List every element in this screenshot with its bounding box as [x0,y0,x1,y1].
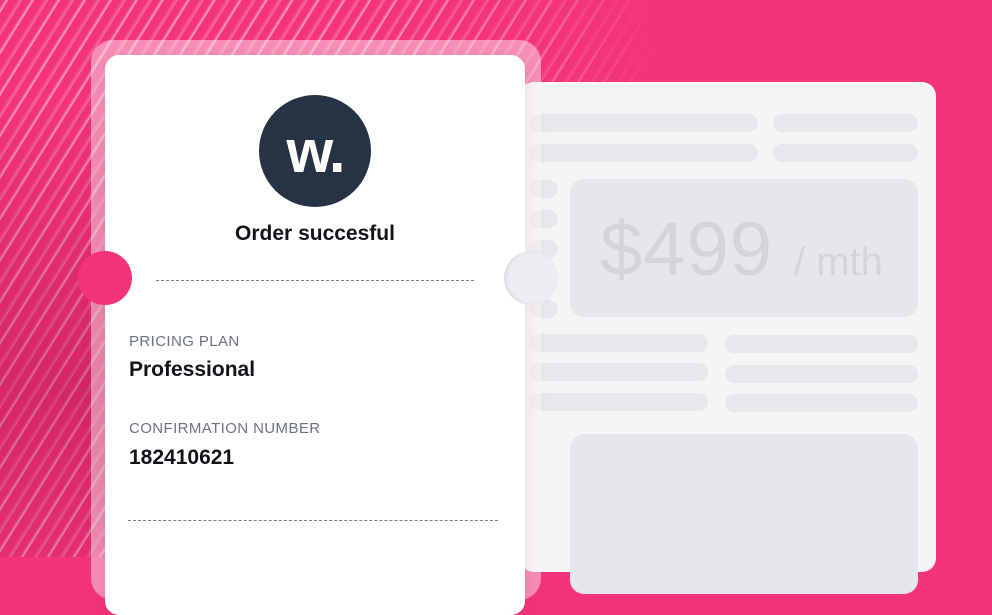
skeleton-line [773,114,918,132]
skeleton-line [530,144,758,162]
skeleton-line [530,114,758,132]
brand-logo-icon: w. [259,95,371,207]
confirmation-number-value: 182410621 [129,446,235,469]
price-period: / mth [794,240,883,284]
pricing-plan-label: PRICING PLAN [129,333,240,350]
logo-text: w. [286,117,345,185]
pricing-card: $499 / mth [520,82,936,594]
skeleton-line [725,335,918,353]
skeleton-line [530,363,708,381]
skeleton-line [773,144,918,162]
content-placeholder [570,434,918,594]
ticket-notch-right [504,251,558,305]
skeleton-line [530,393,708,411]
skeleton-line [725,394,918,412]
confirmation-number-label: CONFIRMATION NUMBER [129,420,321,437]
ticket-divider [128,520,498,521]
pricing-plan-value: Professional [129,358,256,381]
ticket-notch-left [78,251,132,305]
ticket-divider [156,280,474,281]
price-box: $499 / mth [570,179,918,317]
price-amount: $499 [600,207,774,292]
order-status-title: Order succesful [235,222,395,245]
skeleton-line [530,334,708,352]
skeleton-line [725,365,918,383]
